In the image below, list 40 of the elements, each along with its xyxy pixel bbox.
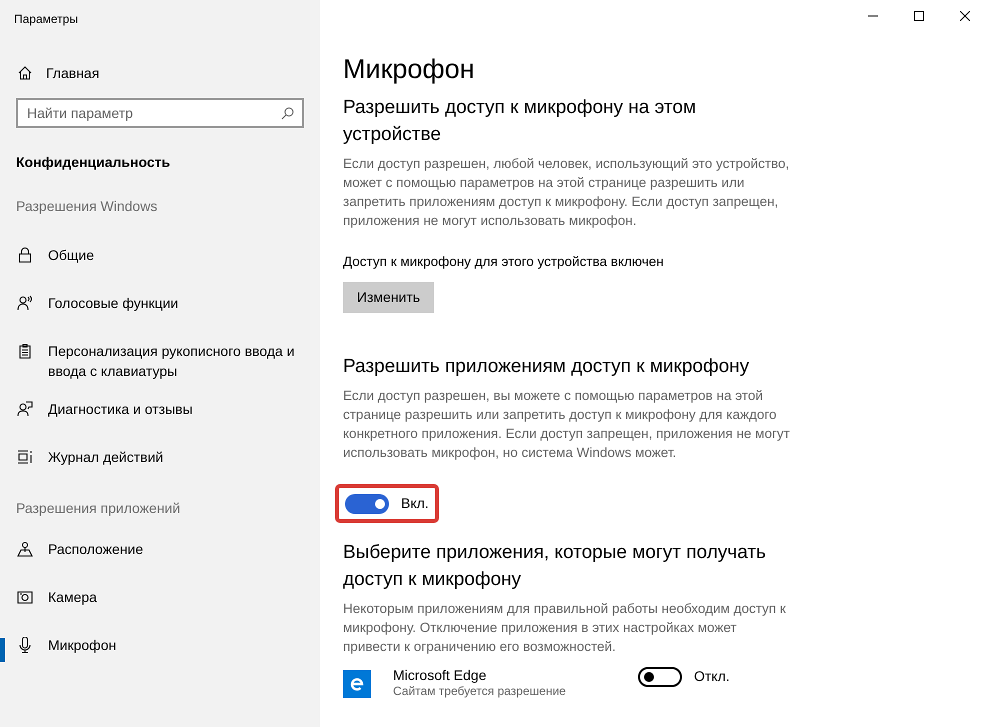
- app-logo-icon: [343, 670, 371, 698]
- toggle-label: Откл.: [694, 667, 730, 686]
- sidebar-item[interactable]: Камера: [0, 578, 320, 626]
- section-heading: Выберите приложения, которые могут получать доступ к микрофону: [343, 541, 767, 592]
- sidebar-item[interactable]: Журнал действий: [0, 438, 320, 486]
- section-heading: Разрешения приложений: [15, 499, 182, 518]
- page-title: Микрофон: [343, 53, 476, 86]
- sidebar-item[interactable]: Диагностика и отзывы: [0, 390, 320, 438]
- lock-icon: [17, 247, 33, 263]
- window-title: Параметры: [13, 11, 79, 28]
- search-field[interactable]: Найти параметр: [16, 98, 304, 128]
- search-icon: [281, 107, 294, 120]
- toggle-switch[interactable]: [638, 666, 682, 687]
- sidebar-item[interactable]: Микрофон: [0, 626, 320, 674]
- category-heading: Конфиденциальность: [15, 153, 172, 172]
- toggle-label: Вкл.: [401, 494, 429, 514]
- feedback-icon: [17, 401, 33, 417]
- section-heading: Разрешить доступ к микрофону на этом устройстве: [343, 96, 698, 147]
- toggle-switch[interactable]: [345, 494, 389, 514]
- status-text: Доступ к микрофону для этого устройства включен: [343, 253, 665, 271]
- camera-icon: [17, 589, 33, 605]
- app-description: Сайтам требуется разрешение: [393, 684, 567, 698]
- timeline-icon: [17, 449, 33, 465]
- description-text: Некоторым приложениям для правильной работы необходим доступ к микрофону. Отключение приложения в этих настройках может привести к ограничению его возможностей.: [343, 600, 787, 656]
- clipboard-icon: [17, 343, 33, 359]
- home-icon: [17, 65, 33, 81]
- sidebar-item[interactable]: Персонализация рукописного ввода и ввода с клавиатуры: [0, 332, 320, 390]
- description-text: Если доступ разрешен, вы можете с помощью параметров на этой странице разрешить или запретить доступ к микрофону для каждого конкретного приложения. Если доступ запрещен, приложения не могут использовать микрофон, но система Windows может.: [343, 387, 790, 462]
- sidebar-item[interactable]: Общие: [0, 236, 320, 284]
- change-button[interactable]: Изменить: [343, 282, 434, 314]
- section-heading: Разрешить приложениям доступ к микрофону: [343, 355, 750, 380]
- sidebar-item[interactable]: Голосовые функции: [0, 284, 320, 332]
- description-text: Если доступ разрешен, любой человек, использующий это устройство, может с помощью параметров на этой странице разрешить или запретить приложениям доступ к микрофону. Если доступ запрещен, приложения не могут использовать микрофон.: [343, 155, 790, 230]
- home-nav-item[interactable]: Главная: [0, 50, 320, 96]
- location-icon: [17, 541, 33, 557]
- app-name: Microsoft Edge: [393, 666, 488, 684]
- section-heading: Разрешения Windows: [15, 197, 158, 216]
- voice-icon: [17, 295, 33, 311]
- sidebar-item[interactable]: Расположение: [0, 530, 320, 578]
- mic-icon: [17, 637, 33, 653]
